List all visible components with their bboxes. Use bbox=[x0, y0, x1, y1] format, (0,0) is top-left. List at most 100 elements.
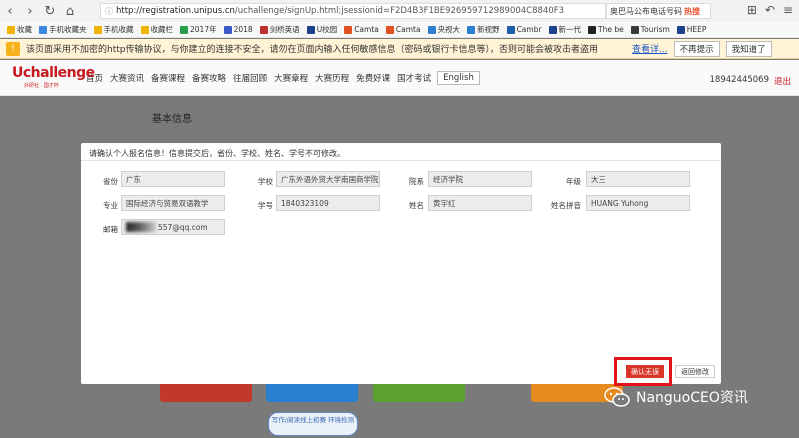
bookmark-icon bbox=[588, 25, 597, 34]
nav-item[interactable]: 备赛攻略 bbox=[192, 72, 226, 84]
nav-item[interactable]: 大赛历程 bbox=[315, 72, 349, 84]
bookmark-label: 央视大 bbox=[437, 25, 461, 34]
back-edit-button[interactable]: 返回修改 bbox=[675, 365, 715, 378]
bookmark-item[interactable]: HEEP bbox=[676, 25, 707, 34]
bookmark-icon bbox=[306, 25, 315, 34]
bookmark-icon bbox=[506, 25, 515, 34]
student-id-label: 学号 bbox=[258, 201, 273, 210]
college-label: 院系 bbox=[409, 177, 424, 186]
bookmark-item[interactable]: 剑桥英语 bbox=[259, 24, 300, 35]
email-label: 邮箱 bbox=[103, 225, 118, 234]
school-label: 学校 bbox=[258, 177, 273, 186]
bookmark-label: Tourism bbox=[640, 25, 670, 34]
bookmark-item[interactable]: Tourism bbox=[630, 25, 670, 34]
college-field: 经济学院 bbox=[428, 171, 532, 187]
hot-tag: 热搜 bbox=[684, 6, 700, 16]
pinyin-field: HUANG Yuhong bbox=[586, 195, 690, 211]
bookmark-item[interactable]: 2017年 bbox=[180, 24, 217, 35]
acknowledge-warning-button[interactable]: 我知道了 bbox=[725, 40, 772, 57]
bookmark-label: 手机收藏夹 bbox=[49, 25, 87, 34]
name-field: 黄宇红 bbox=[428, 195, 532, 211]
watermark-text: NanguoCEO资讯 bbox=[636, 390, 748, 406]
logout-link[interactable]: 退出 bbox=[774, 75, 791, 87]
browser-toolbar: ‹ › ↻ ⌂ ⓘ http://registration.unipus.cn /… bbox=[0, 0, 799, 22]
bookmark-item[interactable]: The be bbox=[588, 25, 624, 34]
bookmark-label: 2017年 bbox=[190, 25, 217, 34]
bookmark-item[interactable]: 新一代 bbox=[548, 24, 581, 35]
major-label: 专业 bbox=[103, 201, 118, 210]
bookmark-label: 收藏 bbox=[17, 25, 32, 34]
dialog-notice: 请确认个人报名信息！信息提交后，省份、学校、姓名、学号不可修改。 bbox=[89, 149, 345, 158]
nav-item[interactable]: 往届回顾 bbox=[233, 72, 267, 84]
bookmark-item[interactable]: 收藏 bbox=[7, 24, 32, 35]
bookmark-icon bbox=[223, 25, 232, 34]
bookmark-item[interactable]: 手机收藏夹 bbox=[39, 24, 87, 35]
pinyin-label: 姓名拼音 bbox=[551, 201, 581, 210]
confirm-registration-dialog: 请确认个人报名信息！信息提交后，省份、学校、姓名、学号不可修改。 省份 广东 学… bbox=[81, 143, 721, 386]
uchallenge-logo[interactable]: Uchallenge 外研社 · 国才杯 bbox=[12, 65, 95, 91]
warning-icon: ! bbox=[6, 41, 20, 56]
user-phone[interactable]: 18942445069 bbox=[710, 75, 770, 85]
bookmark-icon bbox=[259, 25, 268, 34]
bookmark-icon bbox=[344, 25, 353, 34]
logo-text: Uchallenge bbox=[12, 64, 95, 81]
section-title: 基本信息 bbox=[152, 114, 192, 125]
confirm-button[interactable]: 确认无误 bbox=[626, 365, 664, 378]
email-field: 557@qq.com bbox=[121, 219, 225, 235]
address-bar[interactable]: ⓘ http://registration.unipus.cn/uchallen… bbox=[100, 3, 606, 19]
bookmark-icon bbox=[93, 25, 102, 34]
wechat-icon bbox=[604, 387, 630, 407]
bookmark-icon bbox=[180, 25, 188, 34]
bookmark-label: 新视野 bbox=[477, 25, 500, 34]
student-id-field: 1840323109 bbox=[276, 195, 380, 211]
bookmark-item[interactable]: 央视大 bbox=[427, 24, 461, 35]
logo-subtext: 外研社 · 国才杯 bbox=[24, 82, 59, 89]
undo-icon[interactable]: ↶ bbox=[765, 3, 775, 17]
bookmark-item[interactable]: Camta bbox=[344, 25, 379, 34]
back-icon[interactable]: ‹ bbox=[0, 1, 20, 21]
nav-item[interactable]: 备赛课程 bbox=[151, 72, 185, 84]
bookmark-icon bbox=[39, 25, 47, 34]
bookmark-item[interactable]: Camta bbox=[385, 25, 421, 34]
nav-item[interactable]: 国才考试 bbox=[397, 72, 431, 84]
bookmark-icon bbox=[467, 25, 476, 34]
refresh-icon[interactable]: ↻ bbox=[40, 1, 60, 21]
bookmark-label: Camta bbox=[354, 25, 379, 34]
menu-icon[interactable]: ≡ bbox=[783, 3, 793, 17]
email-value: 557@qq.com bbox=[158, 222, 208, 232]
warning-details-link[interactable]: 查看详... bbox=[632, 42, 668, 55]
bookmark-item[interactable]: 2018 bbox=[223, 25, 253, 34]
bookmark-item[interactable]: 手机收藏 bbox=[93, 24, 134, 35]
nav-item[interactable]: 大赛章程 bbox=[274, 72, 308, 84]
security-warning-bar: ! 该页面采用不加密的http传输协议，与你建立的连接不安全，请勿在页面内输入任… bbox=[0, 39, 799, 59]
redacted-region bbox=[126, 222, 156, 232]
grade-field: 大三 bbox=[586, 171, 690, 187]
search-box[interactable]: 奥巴马公布电话号码 热搜 bbox=[606, 3, 711, 19]
site-header: Uchallenge 外研社 · 国才杯 首页 大赛资讯 备赛课程 备赛攻略 往届回顾大… bbox=[0, 60, 799, 96]
bookmark-item[interactable]: Cambr bbox=[506, 25, 542, 34]
info-icon: ⓘ bbox=[105, 6, 113, 16]
province-field: 广东 bbox=[121, 171, 225, 187]
bookmark-label: 剑桥英语 bbox=[269, 25, 300, 34]
bookmark-label: Camta bbox=[395, 25, 421, 34]
province-label: 省份 bbox=[103, 177, 118, 186]
bookmark-label: The be bbox=[598, 25, 624, 34]
environment-check-link: 写作/阅读线上初赛 环境检测 bbox=[268, 412, 358, 436]
bookmark-icon bbox=[385, 25, 394, 34]
bookmark-label: 收藏栏 bbox=[150, 25, 174, 34]
bookmark-item[interactable]: 收藏栏 bbox=[140, 24, 174, 35]
bookmark-item[interactable]: 新视野 bbox=[467, 24, 500, 35]
bookmark-item[interactable]: U校园 bbox=[306, 24, 337, 35]
grade-label: 年级 bbox=[566, 177, 581, 186]
forward-icon[interactable]: › bbox=[20, 1, 40, 21]
home-icon[interactable]: ⌂ bbox=[60, 1, 80, 21]
nav-item[interactable]: 大赛资讯 bbox=[110, 72, 144, 84]
major-field: 国际经济与贸易双语教学 bbox=[121, 195, 225, 211]
bookmarks-bar: 收藏 手机收藏夹 手机收藏 收藏栏 2017年 2018 剑桥英语 U校园 Camta Camta… bbox=[0, 22, 799, 38]
star-icon bbox=[7, 25, 15, 34]
bookmark-label: HEEP bbox=[686, 25, 707, 34]
dismiss-warning-button[interactable]: 不再提示 bbox=[673, 40, 720, 57]
apps-grid-icon[interactable]: ⊞ bbox=[747, 3, 757, 17]
language-button[interactable]: English bbox=[437, 70, 480, 85]
nav-item[interactable]: 免费好课 bbox=[356, 72, 390, 84]
